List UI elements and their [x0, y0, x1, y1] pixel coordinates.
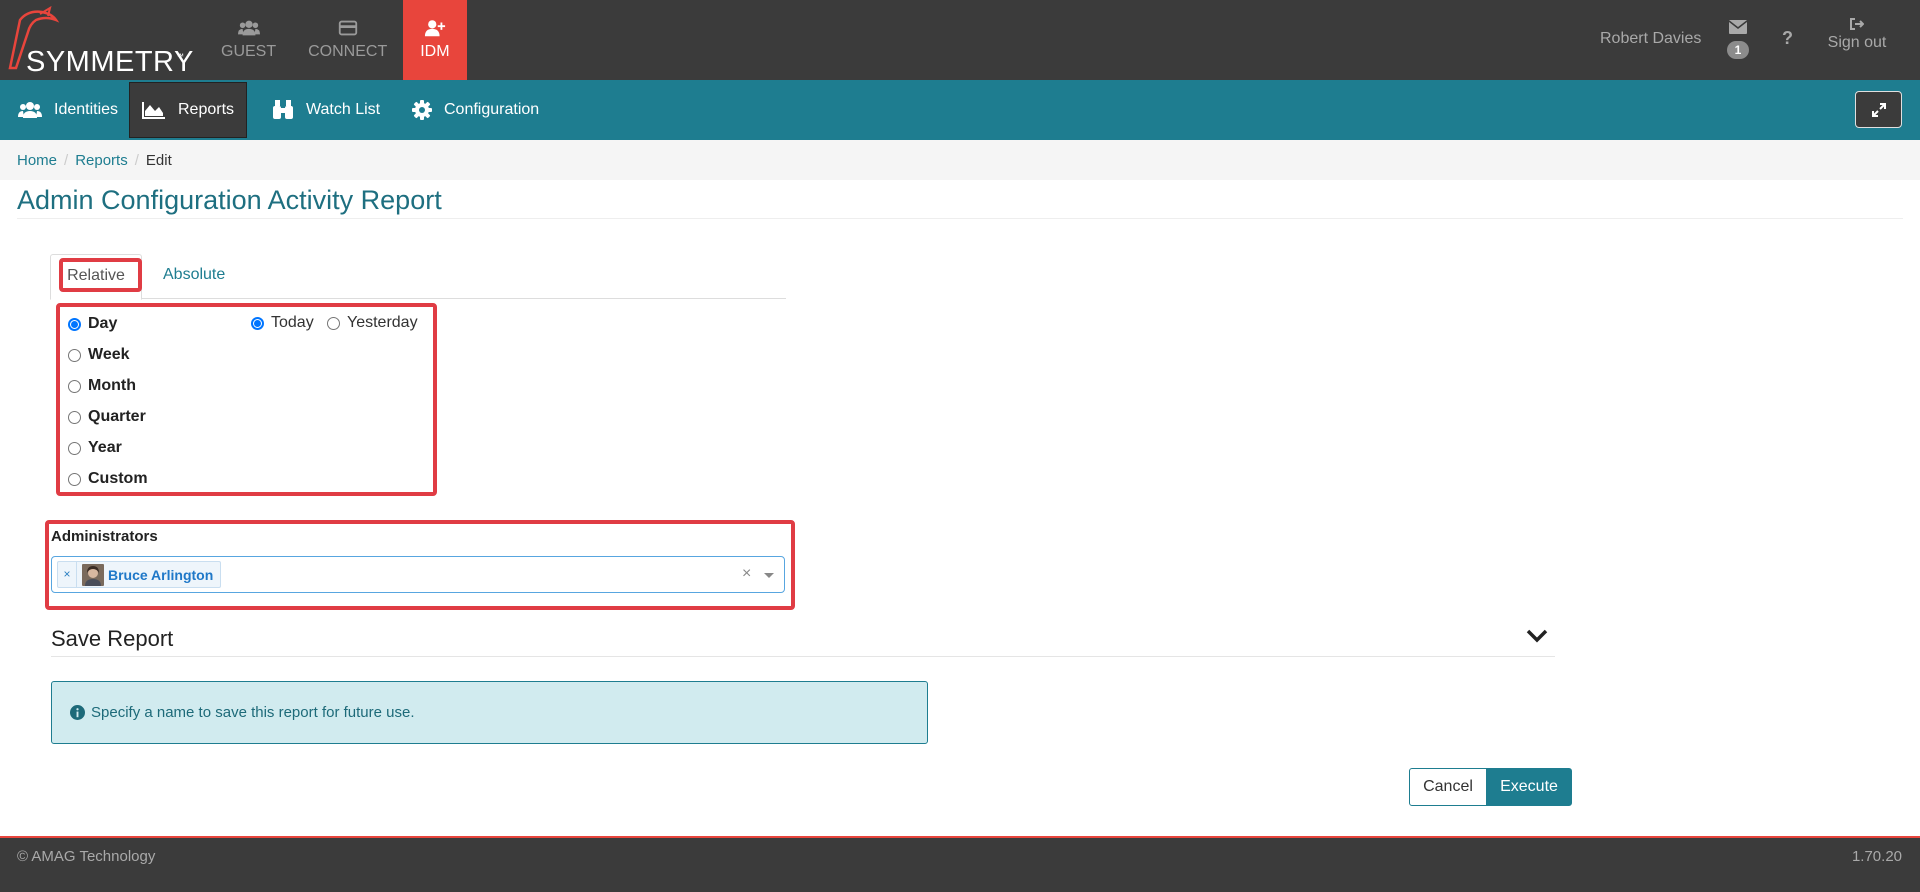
info-circle-icon	[70, 705, 85, 720]
page-title: Admin Configuration Activity Report	[17, 185, 442, 215]
top-bar: SYMMETRY ™ GUEST CONNECT IDM Robert Davi…	[0, 0, 1920, 80]
radio-quarter[interactable]	[68, 410, 81, 424]
administrators-label: Administrators	[51, 528, 158, 545]
tab-absolute[interactable]: Absolute	[163, 254, 225, 299]
breadcrumb-separator: /	[64, 151, 69, 169]
area-chart-icon	[142, 102, 165, 119]
message-count-badge: 1	[1727, 41, 1749, 59]
sub-nav: Identities Reports Watch List Configurat…	[0, 80, 1920, 140]
users-icon	[237, 20, 260, 36]
tab-relative[interactable]: Relative	[50, 254, 142, 300]
breadcrumb: Home / Reports / Edit	[0, 140, 1920, 180]
sign-out-icon	[1850, 18, 1864, 30]
period-label-year: Year	[88, 439, 122, 456]
radio-year[interactable]	[68, 441, 81, 455]
breadcrumb-home[interactable]: Home	[17, 152, 57, 169]
sub-nav-watch-list-label: Watch List	[306, 101, 381, 118]
footer: © AMAG Technology 1.70.20	[0, 836, 1920, 892]
expand-icon	[1871, 102, 1886, 117]
selected-admin-chip: × Bruce Arlington	[57, 561, 222, 588]
period-option-month[interactable]: Month	[68, 377, 136, 395]
period-option-custom[interactable]: Custom	[68, 470, 148, 488]
period-label-quarter: Quarter	[88, 408, 146, 425]
sign-out-label: Sign out	[1827, 34, 1887, 51]
envelope-icon	[1729, 20, 1747, 34]
binoculars-icon	[273, 100, 293, 119]
sub-nav-identities[interactable]: Identities	[18, 80, 118, 140]
sub-nav-watch-list[interactable]: Watch List	[272, 80, 380, 140]
fullscreen-button[interactable]	[1855, 91, 1902, 128]
sub-nav-reports[interactable]: Reports	[129, 82, 248, 138]
period-label-week: Week	[88, 346, 130, 363]
date-range-tabs: Relative Absolute	[50, 254, 786, 300]
save-report-title: Save Report	[51, 626, 174, 651]
radio-month[interactable]	[68, 379, 81, 393]
logo-trademark: ™	[176, 52, 184, 61]
add-user-icon	[424, 20, 445, 37]
radio-today[interactable]	[251, 316, 264, 330]
day-option-yesterday[interactable]: Yesterday	[327, 314, 418, 332]
selected-admin-name: Bruce Arlington	[108, 566, 214, 583]
top-nav: GUEST CONNECT IDM	[205, 0, 467, 80]
messages-button[interactable]: 1	[1726, 18, 1750, 62]
card-icon	[338, 20, 357, 36]
help-icon[interactable]: ?	[1782, 28, 1793, 49]
save-report-divider	[51, 656, 1555, 657]
breadcrumb-current: Edit	[145, 151, 172, 169]
period-label-custom: Custom	[88, 470, 148, 487]
sub-nav-reports-label: Reports	[178, 101, 235, 118]
cancel-button[interactable]: Cancel	[1409, 768, 1487, 806]
top-nav-guest-label: GUEST	[221, 43, 277, 60]
users-icon	[18, 102, 42, 118]
radio-day[interactable]	[68, 317, 81, 331]
chevron-down-icon[interactable]	[764, 573, 774, 578]
current-user-name[interactable]: Robert Davies	[1600, 30, 1701, 48]
top-nav-connect-label: CONNECT	[308, 43, 388, 60]
symmetry-logo[interactable]: SYMMETRY ™	[6, 5, 193, 78]
radio-custom[interactable]	[68, 472, 81, 486]
top-nav-idm-label: IDM	[420, 43, 450, 60]
day-label-yesterday: Yesterday	[347, 314, 418, 331]
top-nav-guest[interactable]: GUEST	[205, 0, 292, 80]
top-nav-connect[interactable]: CONNECT	[292, 0, 403, 80]
logo-text: SYMMETRY	[26, 46, 194, 78]
execute-button[interactable]: Execute	[1486, 768, 1572, 806]
period-label-day: Day	[88, 315, 118, 332]
top-nav-idm[interactable]: IDM	[403, 0, 467, 80]
sub-nav-configuration-label: Configuration	[444, 101, 540, 118]
breadcrumb-reports[interactable]: Reports	[75, 152, 128, 169]
period-label-month: Month	[88, 377, 136, 394]
sign-out-button[interactable]: Sign out	[1821, 18, 1893, 52]
sub-nav-configuration[interactable]: Configuration	[412, 80, 539, 140]
day-option-today[interactable]: Today	[251, 314, 314, 332]
sub-nav-identities-label: Identities	[54, 101, 119, 118]
app-version: 1.70.20	[1851, 848, 1902, 865]
save-report-info-text: Specify a name to save this report for f…	[91, 704, 415, 721]
title-divider	[17, 218, 1903, 219]
avatar	[82, 563, 104, 586]
footer-copyright: © AMAG Technology	[17, 848, 156, 865]
gear-icon	[412, 100, 432, 120]
period-option-year[interactable]: Year	[68, 439, 122, 457]
administrators-select[interactable]: × Bruce Arlington ×	[51, 556, 785, 593]
radio-week[interactable]	[68, 348, 81, 362]
chevron-down-icon[interactable]	[1526, 628, 1548, 644]
period-option-day[interactable]: Day	[68, 315, 117, 333]
remove-admin-button[interactable]: ×	[58, 562, 77, 587]
radio-yesterday[interactable]	[327, 316, 340, 330]
period-option-quarter[interactable]: Quarter	[68, 408, 146, 426]
breadcrumb-separator: /	[134, 151, 139, 169]
day-label-today: Today	[271, 314, 314, 331]
clear-selection-icon[interactable]: ×	[742, 565, 751, 583]
period-option-week[interactable]: Week	[68, 346, 130, 364]
save-report-info: Specify a name to save this report for f…	[51, 681, 928, 744]
